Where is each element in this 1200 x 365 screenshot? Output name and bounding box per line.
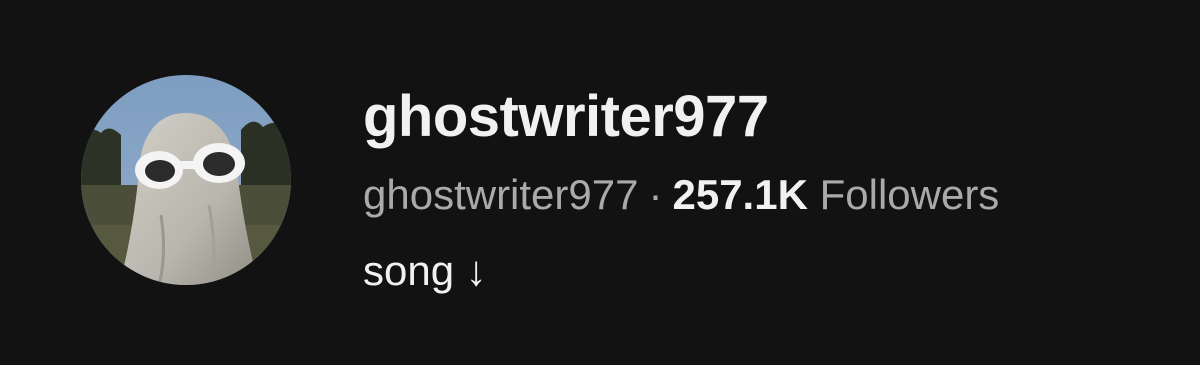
ghost-avatar-icon bbox=[81, 75, 291, 285]
channel-handle[interactable]: ghostwriter977 bbox=[363, 171, 638, 218]
followers-count: 257.1K bbox=[672, 171, 808, 218]
followers-label: Followers bbox=[819, 171, 1000, 218]
channel-profile-header: ghostwriter977 ghostwriter977 · 257.1K Fol… bbox=[0, 0, 1200, 365]
channel-meta: ghostwriter977 · 257.1K Followers bbox=[363, 168, 999, 222]
avatar[interactable] bbox=[81, 75, 291, 285]
channel-name[interactable]: ghostwriter977 bbox=[363, 82, 769, 152]
channel-info: ghostwriter977 ghostwriter977 · 257.1K Fol… bbox=[363, 0, 1183, 365]
channel-bio[interactable]: song ↓ bbox=[363, 244, 487, 298]
meta-separator: · bbox=[648, 171, 663, 218]
